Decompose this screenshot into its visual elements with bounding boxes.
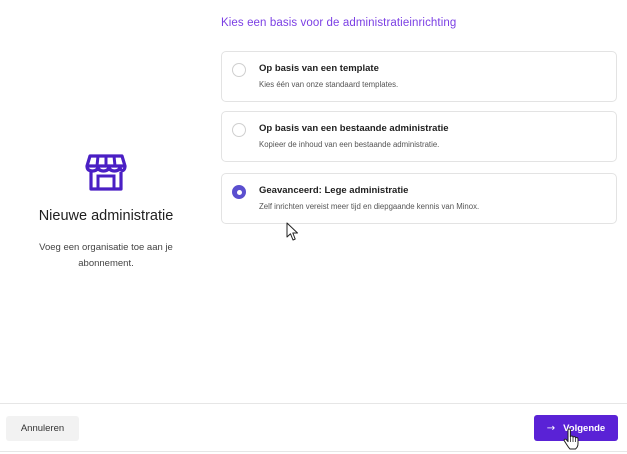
option-empty-administration[interactable]: Geavanceerd: Lege administratie Zelf inr… [221, 173, 617, 224]
new-administration-wizard: Nieuwe administratie Voeg een organisati… [0, 0, 627, 454]
cancel-button[interactable]: Annuleren [6, 416, 79, 441]
option-description: Zelf inrichten vereist meer tijd en diep… [259, 202, 480, 211]
bottom-divider [0, 451, 627, 452]
page-title: Nieuwe administratie [38, 208, 174, 224]
mouse-pointer-icon [286, 222, 298, 241]
option-existing-administration-radio[interactable] [232, 123, 246, 137]
page-description: Voeg een organisatie toe aan je abonneme… [39, 242, 173, 269]
option-title: Op basis van een template [259, 63, 379, 74]
hand-pointer-icon [563, 428, 579, 450]
footer-divider [0, 403, 627, 404]
option-template[interactable]: Op basis van een template Kies één van o… [221, 51, 617, 102]
option-template-radio[interactable] [232, 63, 246, 77]
intro-panel: Nieuwe administratie Voeg een organisati… [0, 0, 212, 400]
option-title: Geavanceerd: Lege administratie [259, 185, 409, 196]
option-empty-administration-radio[interactable] [232, 185, 246, 199]
option-title: Op basis van een bestaande administratie [259, 123, 449, 134]
arrow-right-icon: → [546, 422, 556, 434]
option-existing-administration[interactable]: Op basis van een bestaande administratie… [221, 111, 617, 162]
section-heading: Kies een basis voor de administratieinri… [221, 17, 457, 29]
option-description: Kopieer de inhoud van een bestaande admi… [259, 140, 440, 149]
option-description: Kies één van onze standaard templates. [259, 80, 399, 89]
store-icon [85, 154, 127, 191]
